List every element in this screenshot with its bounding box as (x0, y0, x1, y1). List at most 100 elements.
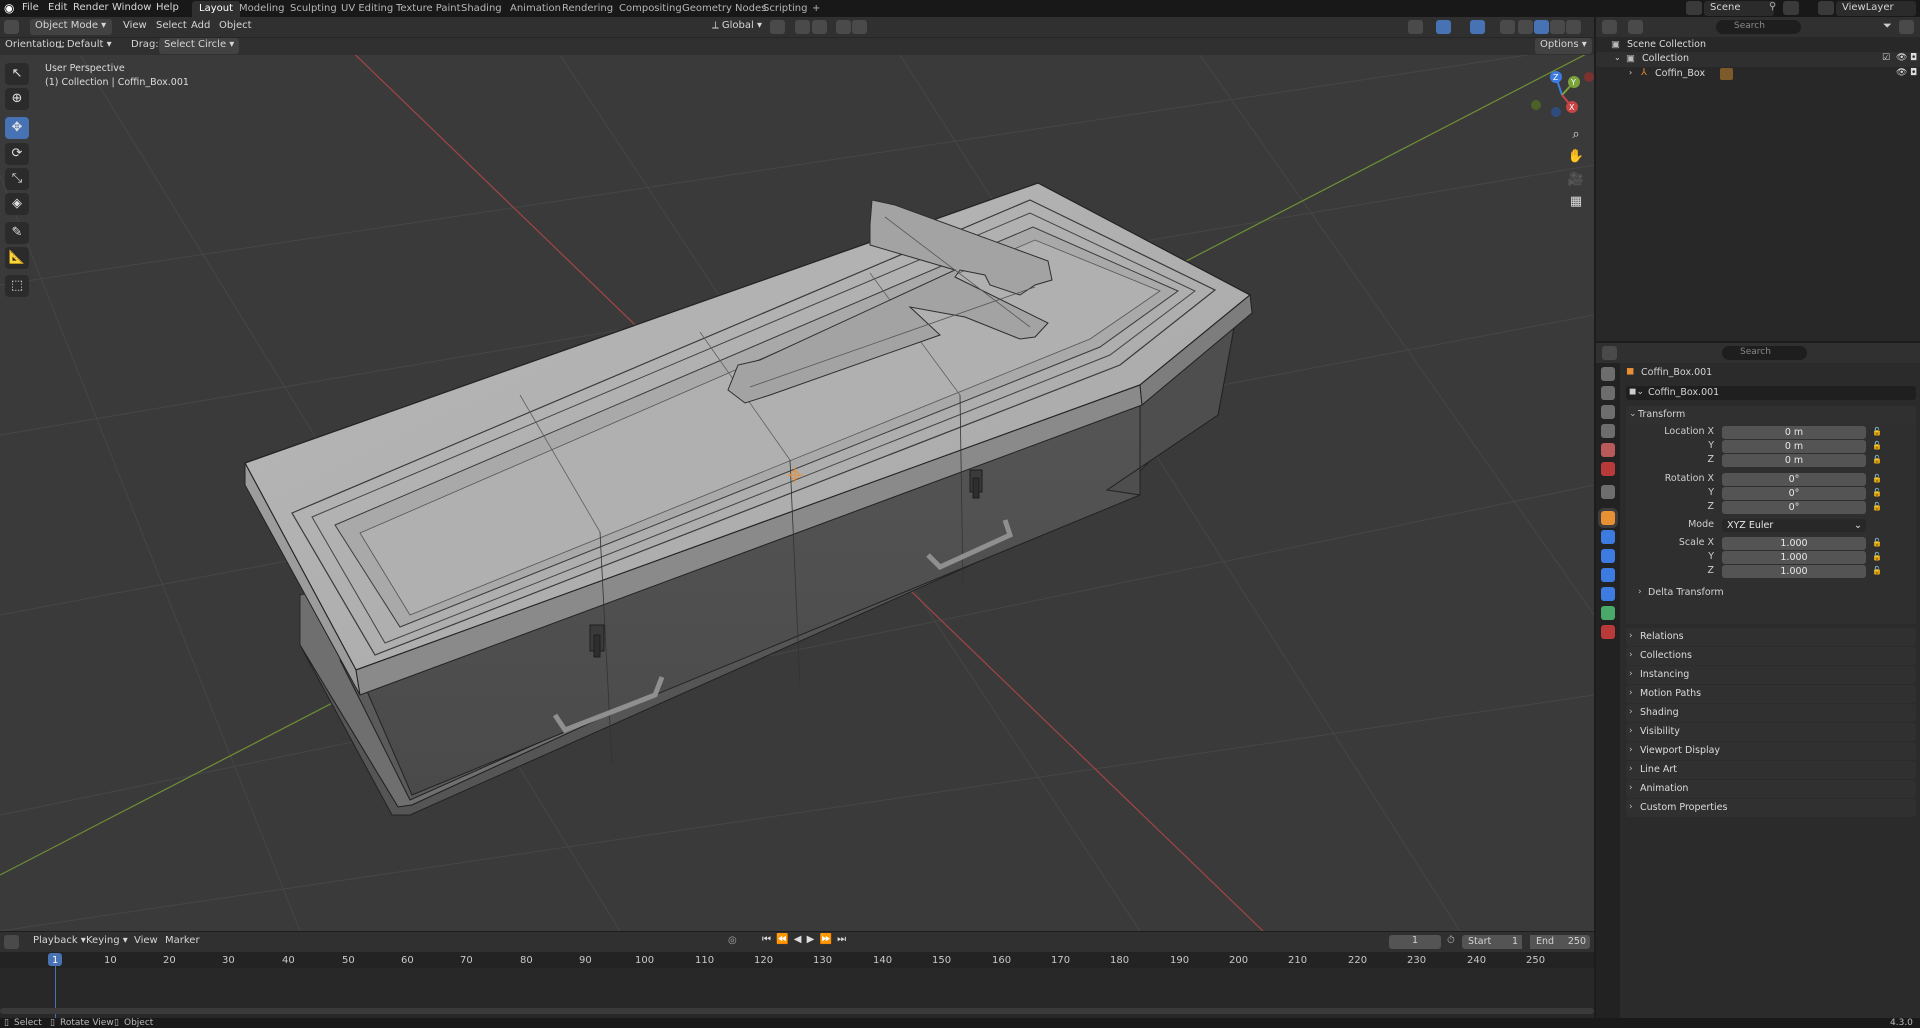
auto-keying-icon[interactable]: ◎ (728, 935, 737, 946)
properties-editor-type-icon[interactable] (1602, 346, 1617, 360)
location-x-field[interactable]: 0 m (1722, 426, 1866, 439)
scale-tool-button[interactable]: ⤡ (5, 168, 29, 190)
mode-selector[interactable]: Object Mode ▾ (30, 19, 112, 35)
material-tab-icon[interactable] (1601, 625, 1615, 639)
location-y-field[interactable]: 0 m (1722, 440, 1866, 453)
current-frame-field[interactable]: 1 (1389, 935, 1441, 949)
scale-x-field[interactable]: 1.000 (1722, 537, 1866, 550)
viewport-menu-view[interactable]: View (118, 19, 152, 35)
rotation-z-field[interactable]: 0° (1722, 501, 1866, 514)
menu-edit[interactable]: Edit (48, 2, 67, 13)
collection-tab-icon[interactable] (1601, 485, 1615, 499)
menu-help[interactable]: Help (156, 2, 179, 13)
proportional-edit-icon[interactable] (836, 20, 851, 34)
tree-row-collection[interactable]: ⌄ ▣ Collection ☑ 👁 ◘ (1596, 52, 1920, 67)
viewport-menu-object[interactable]: Object (214, 19, 257, 35)
expand-chevron-icon[interactable]: › (1629, 68, 1632, 77)
visibility-icon[interactable] (1408, 20, 1423, 34)
eye-icon[interactable]: 👁 (1896, 68, 1907, 78)
material-shading-icon[interactable] (1550, 20, 1565, 34)
tool-tab-icon[interactable] (1601, 367, 1615, 381)
pivot-icon[interactable] (770, 20, 785, 34)
timeline-menu-view[interactable]: View (129, 934, 163, 950)
instancing-panel[interactable]: › Instancing (1626, 666, 1916, 684)
lock-scale-x-icon[interactable]: 🔓 (1872, 538, 1882, 547)
view-layer-icon[interactable] (1818, 1, 1834, 15)
filter-icon[interactable]: ⏷ (1883, 19, 1892, 33)
rotate-tool-button[interactable]: ⟳ (5, 143, 29, 165)
tree-row-coffin-box[interactable]: › ⅄ Coffin_Box 👁 ◘ (1596, 67, 1920, 82)
timeline-menu-marker[interactable]: Marker (160, 934, 205, 950)
render-tab-icon[interactable] (1601, 386, 1615, 400)
world-tab-icon[interactable] (1601, 462, 1615, 476)
view-layer-tab-icon[interactable] (1601, 424, 1615, 438)
move-tool-button[interactable]: ✥ (5, 117, 29, 139)
rendered-shading-icon[interactable] (1566, 20, 1581, 34)
timeline-scrollbar[interactable] (0, 1008, 1594, 1014)
pan-view-button[interactable]: ✋ (1565, 147, 1587, 167)
shading-panel[interactable]: › Shading (1626, 704, 1916, 722)
cursor-tool-button[interactable]: ⊕ (5, 88, 29, 110)
lock-rotation-z-icon[interactable]: 🔓 (1872, 502, 1882, 511)
render-camera-icon[interactable]: ◘ (1910, 53, 1917, 63)
rotation-x-field[interactable]: 0° (1722, 473, 1866, 486)
lock-location-x-icon[interactable]: 🔓 (1872, 427, 1882, 436)
select-tool-button[interactable]: ↖ (5, 63, 29, 85)
drag-selector[interactable]: Select Circle ▾ (159, 38, 240, 54)
gizmo-toggle-icon[interactable] (1436, 20, 1451, 34)
timeline-area[interactable]: 1 10 20 30 40 50 60 70 80 90 100 110 120… (0, 952, 1594, 1018)
new-scene-icon[interactable] (1783, 1, 1799, 15)
lock-scale-z-icon[interactable]: 🔓 (1872, 566, 1882, 575)
end-frame-field[interactable]: End 250 (1530, 935, 1590, 949)
view-layer-selector[interactable]: ViewLayer (1836, 1, 1916, 16)
collections-panel[interactable]: › Collections (1626, 647, 1916, 665)
outliner-editor-type-icon[interactable] (1602, 20, 1617, 34)
preview-range-icon[interactable]: ⏱ (1447, 935, 1455, 946)
data-tab-icon[interactable] (1601, 606, 1615, 620)
output-tab-icon[interactable] (1601, 405, 1615, 419)
exclude-checkbox-icon[interactable]: ☑ (1882, 53, 1890, 63)
collapse-chevron-icon[interactable]: ⌄ (1614, 53, 1621, 62)
measure-tool-button[interactable]: 📐 (5, 247, 29, 269)
eye-icon[interactable]: 👁 (1896, 53, 1907, 63)
visibility-panel[interactable]: › Visibility (1626, 723, 1916, 741)
outliner-search-input[interactable]: Search (1716, 20, 1801, 34)
render-camera-icon[interactable]: ◘ (1910, 68, 1917, 78)
object-name-field[interactable]: ◼⌄ Coffin_Box.001 (1626, 386, 1916, 400)
zoom-view-button[interactable]: ⌕ (1565, 125, 1587, 145)
orthographic-toggle-button[interactable]: ▦ (1565, 192, 1587, 212)
coffin-model[interactable] (244, 182, 1253, 816)
tree-row-scene-collection[interactable]: ▣ Scene Collection (1596, 38, 1920, 53)
options-button[interactable]: Options ▾ (1535, 38, 1592, 54)
custom-properties-panel[interactable]: › Custom Properties (1626, 799, 1916, 817)
scene-icon[interactable] (1686, 1, 1702, 15)
motion-paths-panel[interactable]: › Motion Paths (1626, 685, 1916, 703)
mesh-data-icon[interactable] (1720, 68, 1733, 80)
overlay-toggle-icon[interactable] (1470, 20, 1485, 34)
add-cube-tool-button[interactable]: ⬚ (5, 275, 29, 297)
transform-tool-button[interactable]: ◈ (5, 193, 29, 215)
relations-panel[interactable]: › Relations (1626, 628, 1916, 646)
display-mode-icon[interactable] (1628, 20, 1643, 34)
lock-rotation-y-icon[interactable]: 🔓 (1872, 488, 1882, 497)
viewport-menu-add[interactable]: Add (186, 19, 215, 35)
menu-file[interactable]: File (22, 2, 39, 13)
modifiers-tab-icon[interactable] (1601, 530, 1615, 544)
lock-scale-y-icon[interactable]: 🔓 (1872, 552, 1882, 561)
lock-location-z-icon[interactable]: 🔓 (1872, 455, 1882, 464)
object-tab-icon[interactable] (1601, 511, 1615, 525)
animation-panel[interactable]: › Animation (1626, 780, 1916, 798)
solid-shading-icon[interactable] (1534, 20, 1549, 34)
navigation-gizmo[interactable]: Z Y X (1530, 65, 1594, 125)
rotation-y-field[interactable]: 0° (1722, 487, 1866, 500)
xray-icon[interactable] (1500, 20, 1515, 34)
falloff-icon[interactable] (852, 20, 867, 34)
start-frame-field[interactable]: Start 1 (1462, 935, 1522, 949)
new-collection-icon[interactable] (1899, 20, 1914, 34)
location-z-field[interactable]: 0 m (1722, 454, 1866, 467)
tab-rendering[interactable]: Rendering (555, 1, 620, 17)
3d-viewport[interactable]: User Perspective (1) Collection | Coffin… (0, 55, 1594, 931)
viewport-display-panel[interactable]: › Viewport Display (1626, 742, 1916, 760)
line-art-panel[interactable]: › Line Art (1626, 761, 1916, 779)
menu-render[interactable]: Render (73, 2, 109, 13)
